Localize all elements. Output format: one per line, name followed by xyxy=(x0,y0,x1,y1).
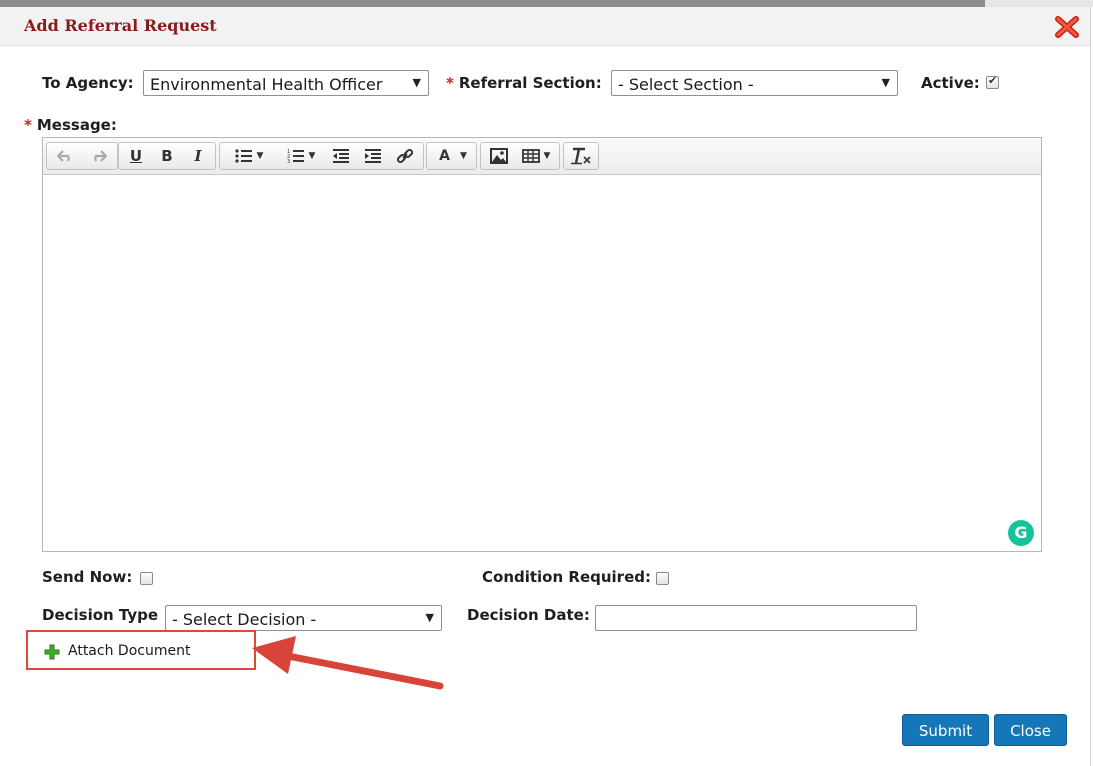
message-label: * Message: xyxy=(24,116,117,134)
editor-toolbar: U B I ▼ 123 ▼ A ▼ ▼ xyxy=(43,138,1041,175)
image-icon[interactable] xyxy=(486,146,512,166)
chevron-down-icon: ▼ xyxy=(543,151,551,161)
condition-required-label: Condition Required: xyxy=(482,568,651,586)
svg-text:3: 3 xyxy=(287,159,290,164)
referral-section-select[interactable]: - Select Section - ▼ xyxy=(611,70,898,96)
decision-type-label: Decision Type xyxy=(42,606,159,624)
paragraph-group: ▼ 123 ▼ xyxy=(219,142,424,170)
close-button[interactable]: Close xyxy=(994,714,1067,746)
attach-document-highlight: Attach Document xyxy=(26,630,256,670)
indent-icon[interactable] xyxy=(360,146,386,166)
redo-icon[interactable] xyxy=(85,146,111,166)
format-group: U B I xyxy=(118,142,216,170)
active-label: Active: xyxy=(921,74,980,92)
decision-type-value: - Select Decision - xyxy=(172,610,317,629)
chevron-down-icon: ▼ xyxy=(308,151,316,161)
close-x-icon[interactable] xyxy=(1054,15,1080,39)
clear-group xyxy=(563,142,599,170)
text-color-group: A ▼ xyxy=(426,142,477,170)
referral-section-value: - Select Section - xyxy=(618,75,754,94)
green-plus-icon[interactable] xyxy=(44,644,60,660)
insert-group: ▼ xyxy=(480,142,560,170)
dialog-titlebar: Add Referral Request xyxy=(0,7,1090,46)
chevron-down-icon: ▼ xyxy=(881,76,890,89)
chevron-down-icon: ▼ xyxy=(459,151,467,161)
clear-format-icon[interactable] xyxy=(568,146,594,166)
to-agency-select[interactable]: Environmental Health Officer ▼ xyxy=(143,70,429,96)
underline-icon[interactable]: U xyxy=(123,146,149,166)
chevron-down-icon: ▼ xyxy=(425,611,434,624)
table-icon[interactable]: ▼ xyxy=(515,146,557,166)
outdent-icon[interactable] xyxy=(328,146,354,166)
send-now-checkbox[interactable] xyxy=(140,572,153,585)
bold-icon[interactable]: B xyxy=(154,146,180,166)
italic-icon[interactable]: I xyxy=(185,146,211,166)
chevron-down-icon: ▼ xyxy=(256,151,264,161)
message-textarea[interactable]: G xyxy=(43,175,1041,551)
numbered-list-icon[interactable]: 123 ▼ xyxy=(278,146,324,166)
history-group xyxy=(46,142,118,170)
message-editor: U B I ▼ 123 ▼ A ▼ ▼ G xyxy=(42,137,1042,552)
decision-date-label: Decision Date: xyxy=(467,606,590,624)
grammarly-icon[interactable]: G xyxy=(1008,520,1034,546)
undo-icon[interactable] xyxy=(53,146,79,166)
required-mark: * xyxy=(446,74,454,92)
to-agency-value: Environmental Health Officer xyxy=(150,75,383,94)
submit-button[interactable]: Submit xyxy=(902,714,989,746)
condition-required-checkbox[interactable] xyxy=(656,572,669,585)
link-icon[interactable] xyxy=(392,146,418,166)
text-color-icon[interactable]: A ▼ xyxy=(433,146,473,166)
active-checkbox[interactable] xyxy=(986,74,999,89)
chevron-down-icon: ▼ xyxy=(412,76,421,89)
decision-type-select[interactable]: - Select Decision - ▼ xyxy=(165,605,442,631)
to-agency-label: To Agency: xyxy=(42,74,134,92)
referral-section-label: * Referral Section: xyxy=(446,74,602,92)
bullet-list-icon[interactable]: ▼ xyxy=(226,146,272,166)
required-mark: * xyxy=(24,116,32,134)
send-now-label: Send Now: xyxy=(42,568,133,586)
attach-document-link[interactable]: Attach Document xyxy=(68,643,190,659)
window-top-strip xyxy=(0,0,1093,7)
dialog-title: Add Referral Request xyxy=(24,16,217,35)
decision-date-input[interactable] xyxy=(595,605,917,631)
